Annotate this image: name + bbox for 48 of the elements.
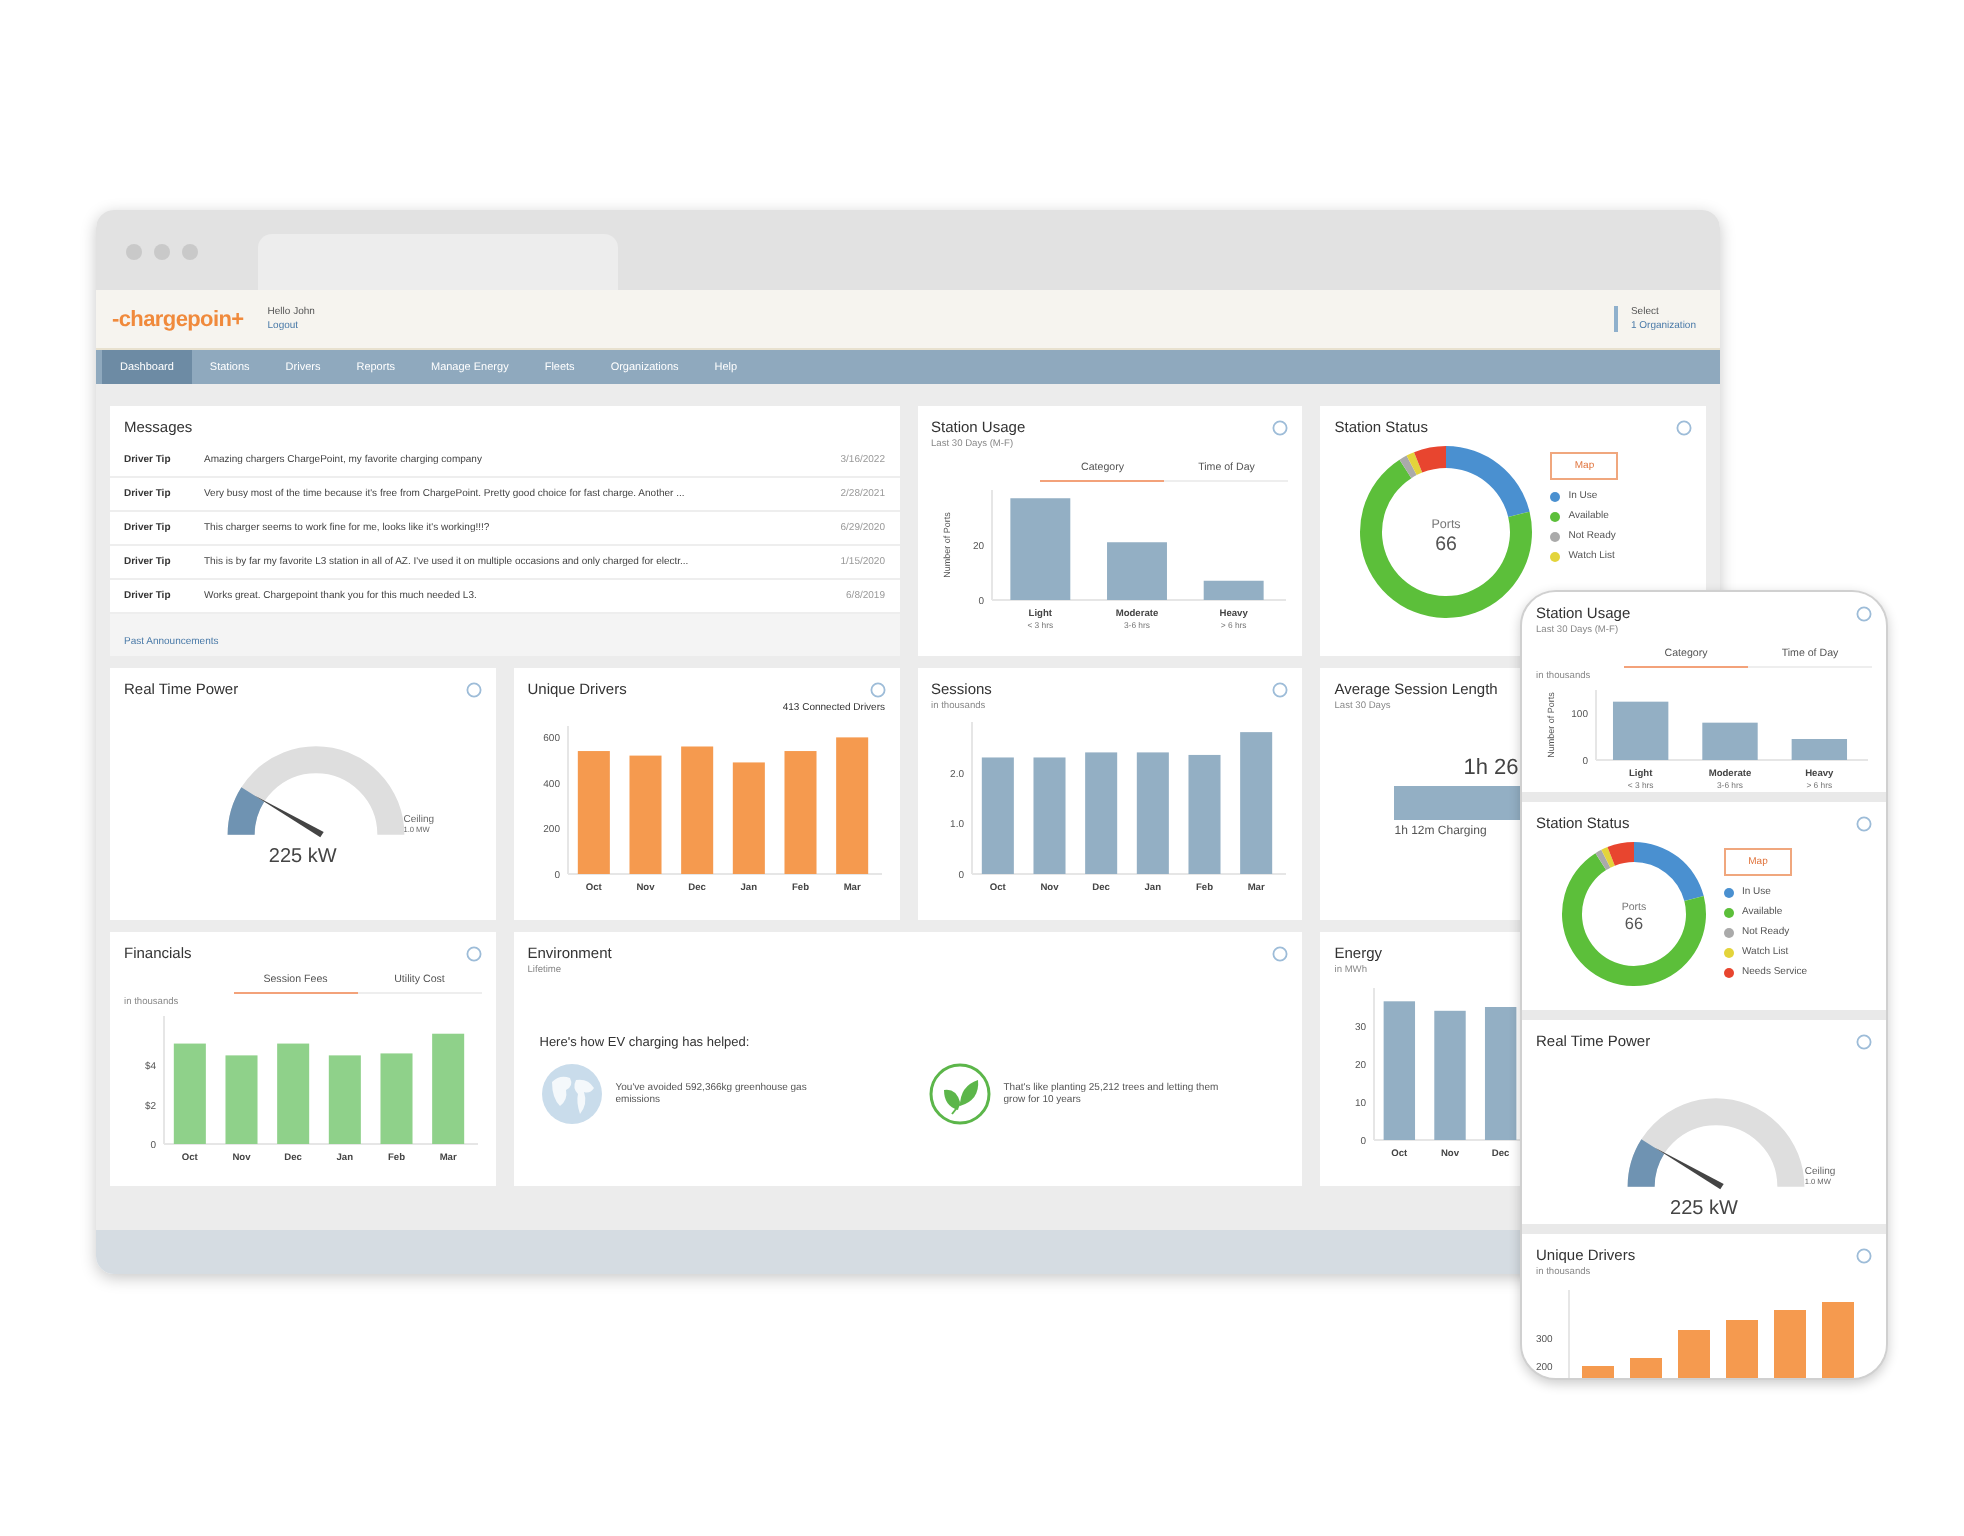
chart-bar [1434,1010,1467,1140]
chart-bar [277,1043,310,1144]
chart-bar [1612,701,1669,760]
leaf-icon [927,1062,992,1126]
chart-bar [680,746,713,874]
session-length-total: 1h 26 [1461,756,1519,780]
chart-bar [784,751,816,874]
chart-bar [380,1053,413,1144]
chart-bar [629,755,661,874]
info-icon[interactable] [869,681,885,697]
info-icon[interactable] [1856,1033,1872,1049]
chart-bar [1084,752,1117,874]
chart-bar [1135,752,1168,874]
power-reading: 225 kW [266,846,339,869]
logo: -chargepoin+ [112,307,244,331]
gauge-needle [1654,1147,1725,1190]
chart-bar [1384,1001,1416,1140]
power-reading: 225 kW [1668,1198,1740,1221]
info-icon[interactable] [1676,419,1692,435]
gauge-needle [253,795,324,838]
chart-bar [328,1055,361,1144]
donut-center-value: 66 [1624,914,1644,933]
chart-bar [1485,1007,1517,1140]
chart-bar [577,751,610,874]
chart-bar [835,737,868,874]
info-icon[interactable] [1272,681,1289,697]
chart-bar [980,757,1013,874]
chart-bar [1702,722,1758,760]
chart-bar [1032,757,1065,874]
chart-bar [225,1055,258,1144]
chart-bar [1187,754,1220,874]
chart-bar [1791,739,1848,760]
info-icon[interactable] [1856,605,1872,621]
info-icon[interactable] [1272,419,1289,435]
chart-bar [173,1043,206,1144]
chart-bar [1009,498,1070,600]
info-icon[interactable] [1856,815,1872,831]
globe-icon [539,1062,604,1126]
donut-center-value: 66 [1435,533,1458,556]
chart-bar [1239,732,1272,874]
info-icon[interactable] [1272,945,1289,961]
info-icon[interactable] [465,681,482,697]
chart-bar [1202,580,1263,600]
info-icon[interactable] [1856,1247,1872,1263]
info-icon[interactable] [465,945,482,961]
chart-bar [732,762,765,874]
chart-bar [432,1033,465,1144]
chart-bar [1106,542,1166,600]
